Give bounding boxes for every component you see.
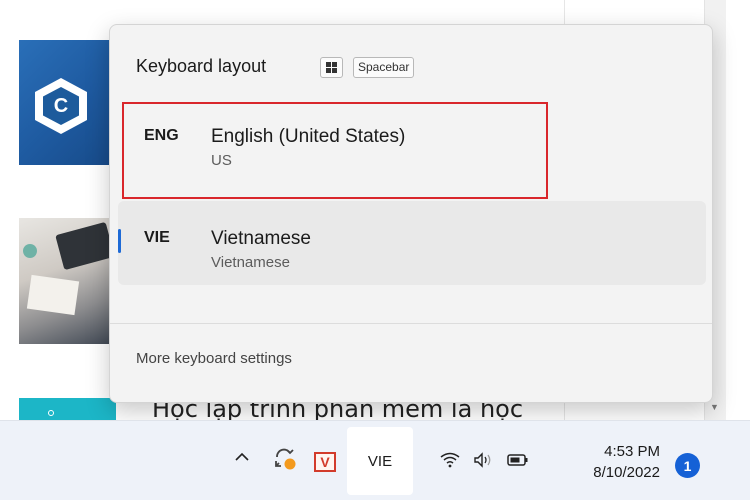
battery-icon[interactable] xyxy=(501,445,535,475)
language-layout: US xyxy=(211,152,232,169)
notebook-shape xyxy=(26,274,80,316)
notification-badge[interactable]: 1 xyxy=(675,453,700,478)
language-code: VIE xyxy=(144,229,170,246)
cup-shape xyxy=(23,244,37,258)
show-hidden-icons-chevron-icon[interactable] xyxy=(229,444,255,470)
flyout-title: Keyboard layout xyxy=(136,56,267,76)
cpp-course-thumbnail[interactable]: C xyxy=(19,40,116,165)
sync-app-icon[interactable] xyxy=(270,443,298,473)
windows-key-icon xyxy=(320,57,343,78)
study-desk-thumbnail[interactable] xyxy=(19,218,116,344)
keyboard-layout-flyout: Keyboard layout Spacebar ENG English (Un… xyxy=(109,24,713,403)
language-code: ENG xyxy=(144,127,179,144)
thumbnail-dot xyxy=(48,410,54,416)
divider xyxy=(110,323,712,324)
scroll-down-icon[interactable]: ▼ xyxy=(710,402,719,412)
volume-icon[interactable] xyxy=(467,445,501,475)
system-status-group[interactable] xyxy=(426,445,542,475)
clock-time: 4:53 PM xyxy=(604,443,660,460)
language-layout: Vietnamese xyxy=(211,254,290,271)
language-indicator-button[interactable]: VIE xyxy=(347,427,413,495)
language-name: Vietnamese xyxy=(211,228,311,249)
language-name: English (United States) xyxy=(211,126,406,147)
laptop-shape xyxy=(55,221,115,271)
spacebar-key: Spacebar xyxy=(353,57,415,78)
clock-date: 8/10/2022 xyxy=(593,464,660,481)
vapp-tray-icon[interactable]: V xyxy=(314,452,336,472)
clock[interactable]: 4:53 PM 8/10/2022 xyxy=(560,441,660,485)
teal-thumbnail[interactable] xyxy=(19,398,116,420)
language-option-vie[interactable]: VIE Vietnamese Vietnamese xyxy=(118,201,706,285)
more-keyboard-settings-link[interactable]: More keyboard settings xyxy=(136,350,292,367)
selected-indicator xyxy=(118,229,121,253)
language-option-eng[interactable]: ENG English (United States) US xyxy=(118,99,706,183)
taskbar: V VIE 4:53 PM 8/10/2022 1 xyxy=(0,420,750,500)
wifi-icon[interactable] xyxy=(433,445,467,475)
